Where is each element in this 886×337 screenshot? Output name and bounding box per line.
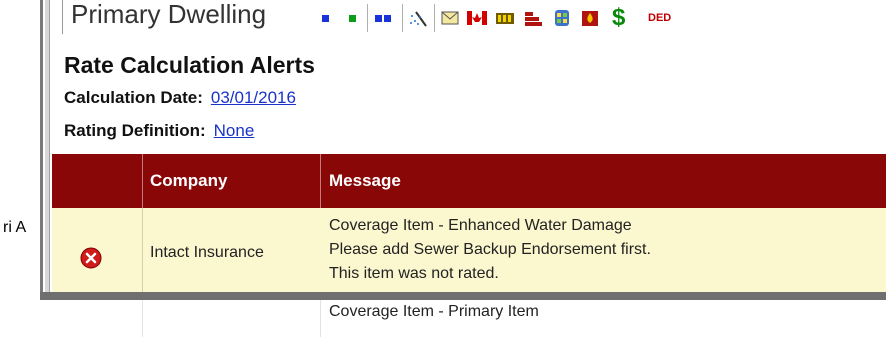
shield-icon[interactable]	[552, 8, 572, 28]
message-line: Coverage Item - Enhanced Water Damage	[329, 217, 632, 234]
company-name: Intact Insurance	[150, 244, 264, 261]
row-icon-cell	[52, 297, 143, 337]
horizontal-scrollbar[interactable]	[40, 292, 886, 300]
window-frame	[40, 0, 43, 300]
page-title: Rate Calculation Alerts	[64, 52, 315, 78]
rating-definition-row: Rating Definition: None	[64, 121, 254, 141]
toolbar-title: Primary Dwelling	[62, 0, 266, 34]
alerts-panel: Rate Calculation Alerts Calculation Date…	[52, 40, 886, 337]
toolbar-separator	[367, 4, 368, 32]
left-pane-text: ri A	[3, 219, 27, 236]
column-header-company[interactable]: Company	[142, 154, 321, 208]
rating-definition-link[interactable]: None	[214, 121, 255, 140]
table-header: Company Message	[52, 154, 886, 208]
error-icon	[80, 247, 102, 269]
fire-icon[interactable]	[580, 8, 600, 28]
canada-flag-icon[interactable]	[467, 8, 487, 28]
table-row[interactable]: Intact Insurance Coverage Item - Enhance…	[52, 208, 886, 298]
message-line: Please add Sewer Backup Endorsement firs…	[329, 241, 651, 258]
toolbar: Primary Dwelling $ DED	[52, 0, 886, 40]
square-small-green-icon[interactable]	[343, 8, 363, 28]
toolbar-separator	[434, 4, 435, 32]
column-header-icon[interactable]	[52, 154, 143, 208]
left-pane: ri A	[0, 0, 40, 322]
dollar-icon[interactable]: $	[612, 4, 625, 32]
ded-button[interactable]: DED	[648, 12, 671, 24]
brick-wall-icon[interactable]	[523, 8, 543, 28]
rating-definition-label: Rating Definition:	[64, 121, 206, 140]
calculation-date-row: Calculation Date: 03/01/2016	[64, 88, 296, 108]
toolbar-separator	[402, 4, 403, 32]
alert-message: Coverage Item - Enhanced Water Damage Pl…	[329, 214, 651, 286]
message-line: Coverage Item - Primary Item	[329, 303, 539, 320]
calculation-date-label: Calculation Date:	[64, 88, 203, 107]
column-header-message[interactable]: Message	[320, 154, 886, 208]
square-small-blue-icon[interactable]	[316, 8, 336, 28]
row-company-cell	[142, 297, 321, 337]
splitter[interactable]	[45, 0, 50, 300]
envelope-icon[interactable]	[440, 8, 460, 28]
sparkle-icon[interactable]	[408, 8, 428, 28]
table-row[interactable]: Coverage Item - Primary Item	[52, 297, 886, 337]
calculation-date-link[interactable]: 03/01/2016	[211, 88, 296, 107]
receipt-icon[interactable]	[495, 8, 515, 28]
message-line: This item was not rated.	[329, 265, 499, 282]
two-squares-icon[interactable]	[373, 8, 393, 28]
